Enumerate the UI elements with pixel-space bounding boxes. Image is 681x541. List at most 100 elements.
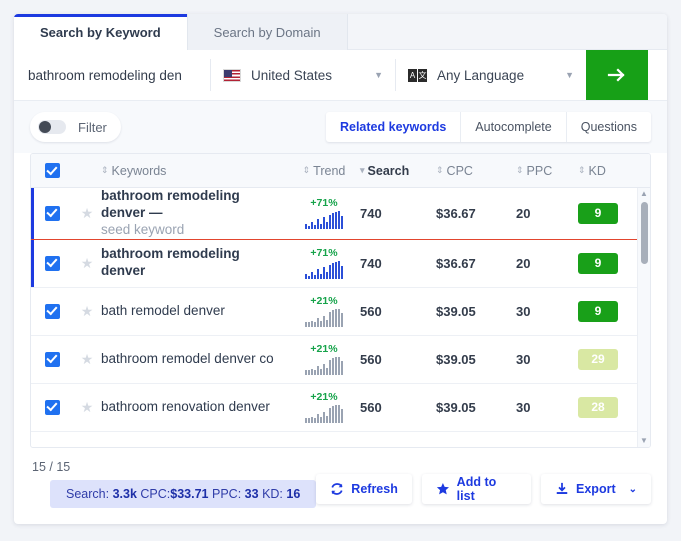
- column-label: CPC: [446, 163, 473, 178]
- keyword-text: bath remodel denver: [101, 302, 225, 318]
- favorite-star-icon[interactable]: ★: [81, 255, 94, 272]
- add-to-list-button[interactable]: Add to list: [421, 474, 532, 504]
- cpc-cell: $39.05: [436, 399, 476, 415]
- us-flag-icon: [223, 68, 241, 82]
- row-select-cell: [31, 255, 73, 271]
- column-label: KD: [588, 163, 606, 178]
- table-row[interactable]: ★ bathroom remodel denver co +21% 560 $39.05…: [31, 335, 650, 384]
- sort-icon: ⇕: [578, 165, 586, 175]
- table-row[interactable]: ★ bathroom remodeling denver +71% 740 $36.67…: [31, 239, 650, 288]
- sort-icon: ⇕: [101, 165, 109, 175]
- summary-ppc-label: PPC:: [212, 487, 242, 501]
- table-scrollbar[interactable]: ▲ ▼: [637, 188, 650, 447]
- search-volume-cell: 740: [360, 255, 382, 271]
- column-header-kd[interactable]: ⇕ KD: [578, 164, 650, 178]
- column-header-search[interactable]: ▾ Search: [360, 164, 436, 178]
- column-label: Trend: [313, 163, 346, 178]
- keyword-input[interactable]: [14, 50, 210, 100]
- row-checkbox[interactable]: [44, 351, 60, 367]
- scroll-up-icon[interactable]: ▲: [638, 189, 650, 199]
- keyword-subtext: seed keyword: [101, 221, 185, 237]
- column-label: Keywords: [111, 163, 167, 178]
- translate-icon: A文: [408, 68, 427, 82]
- refresh-button[interactable]: Refresh: [316, 474, 412, 504]
- table-footer: 15 / 15 Search: 3.3k CPC:$33.71 PPC: 33 …: [14, 448, 667, 518]
- scrollbar-thumb[interactable]: [641, 202, 648, 264]
- trend-sparkline: [305, 309, 343, 328]
- summary-kd-value: 16: [286, 487, 301, 501]
- scroll-down-icon[interactable]: ▼: [638, 436, 650, 446]
- trend-cell: +71%: [288, 247, 360, 280]
- table-row[interactable]: ★ bath remodel denver +21% 560 $39.05 30 9: [31, 287, 650, 336]
- summary-cpc-label: CPC:: [140, 487, 171, 501]
- filter-toggle-button[interactable]: Filter: [30, 112, 121, 142]
- export-button[interactable]: Export ⌄: [541, 474, 651, 504]
- view-tab-related-keywords[interactable]: Related keywords: [326, 112, 462, 142]
- arrow-right-icon: [607, 68, 625, 82]
- trend-percent: +71%: [310, 197, 338, 210]
- sort-icon: ⇕: [516, 165, 524, 175]
- row-checkbox[interactable]: [44, 205, 60, 221]
- favorite-star-icon[interactable]: ★: [81, 303, 94, 320]
- keyword-text: bathroom remodeling denver: [101, 246, 240, 279]
- button-label: Export: [576, 482, 616, 496]
- cpc-cell: $36.67: [436, 205, 476, 221]
- language-label: Any Language: [437, 67, 525, 83]
- select-all-checkbox[interactable]: [44, 163, 60, 178]
- kd-badge: 9: [578, 202, 618, 224]
- metrics-summary: Search: 3.3k CPC:$33.71 PPC: 33 KD: 16: [50, 480, 317, 508]
- tab-search-by-domain[interactable]: Search by Domain: [187, 14, 348, 50]
- country-label: United States: [251, 67, 333, 83]
- filter-switch[interactable]: [38, 120, 66, 134]
- summary-search-value: 3.3k: [112, 487, 137, 501]
- row-star-cell: ★: [73, 399, 101, 416]
- language-selector[interactable]: A文 Any Language ▼: [396, 50, 586, 100]
- row-checkbox[interactable]: [44, 303, 60, 319]
- keyword-cell: bathroom remodel denver co: [101, 351, 288, 368]
- kd-badge: 28: [578, 396, 618, 418]
- row-select-cell: [31, 399, 73, 415]
- column-header-keywords[interactable]: ⇕ Keywords: [101, 164, 288, 178]
- filter-label: Filter: [78, 119, 107, 135]
- search-submit-button[interactable]: [586, 50, 648, 100]
- cpc-cell: $36.67: [436, 255, 476, 271]
- country-selector[interactable]: United States ▼: [211, 50, 395, 100]
- row-star-cell: ★: [73, 255, 101, 272]
- chevron-down-icon: ▼: [374, 70, 383, 80]
- view-tab-label: Questions: [580, 120, 637, 134]
- select-all-cell: [31, 163, 73, 178]
- summary-kd-label: KD:: [262, 487, 283, 501]
- view-tab-questions[interactable]: Questions: [567, 112, 651, 142]
- tab-label: Search by Domain: [213, 24, 321, 40]
- keyword-text: bathroom remodel denver co: [101, 350, 274, 366]
- keyword-research-card: Search by Keyword Search by Domain Unite…: [14, 14, 667, 524]
- column-header-trend[interactable]: ⇕ Trend: [288, 164, 360, 178]
- ppc-cell: 30: [516, 351, 531, 367]
- row-star-cell: ★: [73, 303, 101, 320]
- column-header-cpc[interactable]: ⇕ CPC: [436, 164, 516, 178]
- trend-percent: +21%: [310, 343, 338, 356]
- row-select-cell: [31, 205, 73, 221]
- button-label: Add to list: [456, 475, 497, 503]
- table-row[interactable]: ★ bathroom renovation denver +21% 560 $39.05…: [31, 383, 650, 432]
- tab-search-by-keyword[interactable]: Search by Keyword: [14, 14, 188, 50]
- sort-desc-icon: ▾: [360, 165, 365, 175]
- favorite-star-icon[interactable]: ★: [81, 351, 94, 368]
- view-tabs: Related keywords Autocomplete Questions: [325, 112, 651, 142]
- view-tab-autocomplete[interactable]: Autocomplete: [461, 112, 567, 142]
- row-star-cell: ★: [73, 351, 101, 368]
- trend-percent: +21%: [310, 295, 338, 308]
- favorite-star-icon[interactable]: ★: [81, 399, 94, 416]
- ppc-cell: 20: [516, 255, 531, 271]
- favorite-star-icon[interactable]: ★: [81, 205, 94, 222]
- row-checkbox[interactable]: [44, 255, 60, 271]
- trend-cell: +21%: [288, 391, 360, 424]
- result-count: 15 / 15: [32, 460, 71, 474]
- column-header-ppc[interactable]: ⇕ PPC: [516, 164, 578, 178]
- table-row[interactable]: ★ bathroom remodeling denver — seed keywor…: [31, 188, 650, 240]
- footer-left: 15 / 15 Search: 3.3k CPC:$33.71 PPC: 33 …: [30, 460, 317, 508]
- keyword-cell: bath remodel denver: [101, 303, 288, 320]
- trend-sparkline: [305, 261, 343, 280]
- row-checkbox[interactable]: [44, 399, 60, 415]
- footer-actions: Refresh Add to list Export ⌄: [316, 460, 651, 504]
